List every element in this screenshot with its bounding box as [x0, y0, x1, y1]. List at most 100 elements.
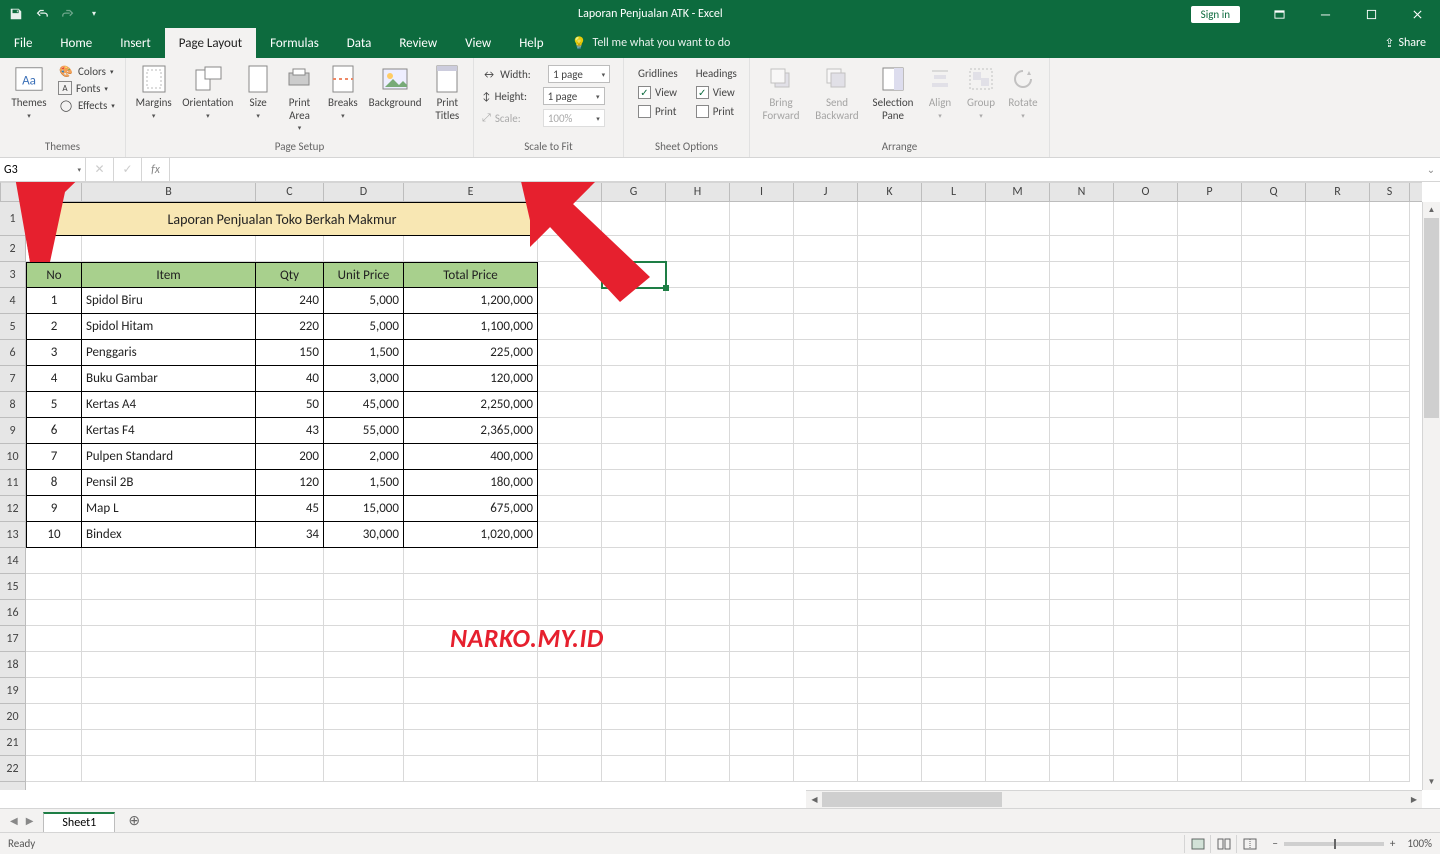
cell[interactable]	[404, 756, 538, 782]
cell[interactable]	[538, 444, 602, 470]
cell[interactable]	[1178, 574, 1242, 600]
cell[interactable]	[602, 678, 666, 704]
cell[interactable]	[1050, 522, 1114, 548]
column-header[interactable]: S	[1370, 183, 1410, 201]
cell[interactable]	[730, 236, 794, 262]
cell[interactable]	[1242, 496, 1306, 522]
cell[interactable]	[256, 756, 324, 782]
cell[interactable]	[794, 314, 858, 340]
cell[interactable]	[730, 340, 794, 366]
cell[interactable]	[794, 202, 858, 236]
cell[interactable]	[730, 704, 794, 730]
cell[interactable]	[602, 704, 666, 730]
cell[interactable]	[538, 730, 602, 756]
cell[interactable]	[666, 678, 730, 704]
cell[interactable]	[1114, 202, 1178, 236]
cell[interactable]	[26, 574, 82, 600]
table-cell[interactable]: 7	[26, 444, 82, 470]
cell[interactable]	[26, 548, 82, 574]
cell[interactable]	[1306, 730, 1370, 756]
cell[interactable]	[404, 574, 538, 600]
print-titles-button[interactable]: Print Titles	[426, 61, 469, 122]
cell[interactable]	[1370, 418, 1410, 444]
tab-help[interactable]: Help	[505, 28, 557, 58]
cell[interactable]	[1050, 392, 1114, 418]
column-header[interactable]: K	[858, 183, 922, 201]
cell[interactable]	[794, 626, 858, 652]
page-break-view-icon[interactable]	[1236, 835, 1262, 853]
cell[interactable]	[1370, 202, 1410, 236]
cell[interactable]	[858, 704, 922, 730]
column-headers[interactable]: ABCDEFGHIJKLMNOPQRS	[26, 182, 1422, 202]
cell[interactable]	[858, 418, 922, 444]
cell[interactable]	[1114, 522, 1178, 548]
table-cell[interactable]: 10	[26, 522, 82, 548]
cell[interactable]	[1178, 366, 1242, 392]
cell[interactable]	[82, 574, 256, 600]
cell[interactable]	[1370, 496, 1410, 522]
cell[interactable]	[986, 756, 1050, 782]
cell[interactable]	[730, 366, 794, 392]
cell[interactable]	[1370, 626, 1410, 652]
cell[interactable]	[538, 340, 602, 366]
cell[interactable]	[1242, 756, 1306, 782]
row-header[interactable]: 6	[0, 340, 25, 366]
cell[interactable]	[858, 730, 922, 756]
cell[interactable]	[1306, 288, 1370, 314]
cell[interactable]	[26, 730, 82, 756]
table-cell[interactable]: 55,000	[324, 418, 404, 444]
cell[interactable]	[1306, 548, 1370, 574]
cell[interactable]	[1242, 730, 1306, 756]
row-header[interactable]: 12	[0, 496, 25, 522]
row-header[interactable]: 17	[0, 626, 25, 652]
table-header-cell[interactable]: Item	[82, 262, 256, 288]
table-header-cell[interactable]: Qty	[256, 262, 324, 288]
cell[interactable]	[986, 202, 1050, 236]
table-cell[interactable]: 180,000	[404, 470, 538, 496]
cell[interactable]	[986, 314, 1050, 340]
cell[interactable]	[1178, 262, 1242, 288]
table-cell[interactable]: 1,500	[324, 340, 404, 366]
row-header[interactable]: 7	[0, 366, 25, 392]
column-header[interactable]: Q	[1242, 183, 1306, 201]
column-header[interactable]: L	[922, 183, 986, 201]
cell[interactable]	[1050, 496, 1114, 522]
column-header[interactable]: H	[666, 183, 730, 201]
cell[interactable]	[730, 600, 794, 626]
cell[interactable]	[1114, 652, 1178, 678]
size-button[interactable]: Size▾	[238, 61, 277, 120]
table-cell[interactable]: Buku Gambar	[82, 366, 256, 392]
zoom-in-icon[interactable]: +	[1390, 837, 1395, 850]
scroll-thumb[interactable]	[1424, 218, 1439, 418]
cell[interactable]	[538, 202, 602, 236]
cell[interactable]	[858, 626, 922, 652]
table-cell[interactable]: 8	[26, 470, 82, 496]
cell[interactable]	[324, 548, 404, 574]
table-cell[interactable]: Kertas F4	[82, 418, 256, 444]
cell[interactable]	[1242, 600, 1306, 626]
margins-button[interactable]: Margins▾	[130, 61, 177, 120]
cell[interactable]	[1242, 262, 1306, 288]
cell[interactable]	[82, 652, 256, 678]
cell[interactable]	[1114, 756, 1178, 782]
cell[interactable]	[794, 470, 858, 496]
cell[interactable]	[858, 236, 922, 262]
spreadsheet-grid[interactable]: ABCDEFGHIJKLMNOPQRS 12345678910111213141…	[0, 182, 1440, 808]
table-cell[interactable]: Spidol Biru	[82, 288, 256, 314]
cell[interactable]	[986, 522, 1050, 548]
cell[interactable]	[858, 202, 922, 236]
cell[interactable]	[794, 496, 858, 522]
cell[interactable]	[602, 522, 666, 548]
cell[interactable]	[324, 626, 404, 652]
table-cell[interactable]: 1	[26, 288, 82, 314]
cell[interactable]	[1114, 678, 1178, 704]
cell[interactable]	[602, 574, 666, 600]
cell[interactable]	[1178, 652, 1242, 678]
cell[interactable]	[1178, 678, 1242, 704]
cell[interactable]	[1050, 756, 1114, 782]
cell[interactable]	[1178, 730, 1242, 756]
cell[interactable]	[324, 730, 404, 756]
cell[interactable]	[858, 652, 922, 678]
cell[interactable]	[26, 626, 82, 652]
cell[interactable]	[730, 444, 794, 470]
